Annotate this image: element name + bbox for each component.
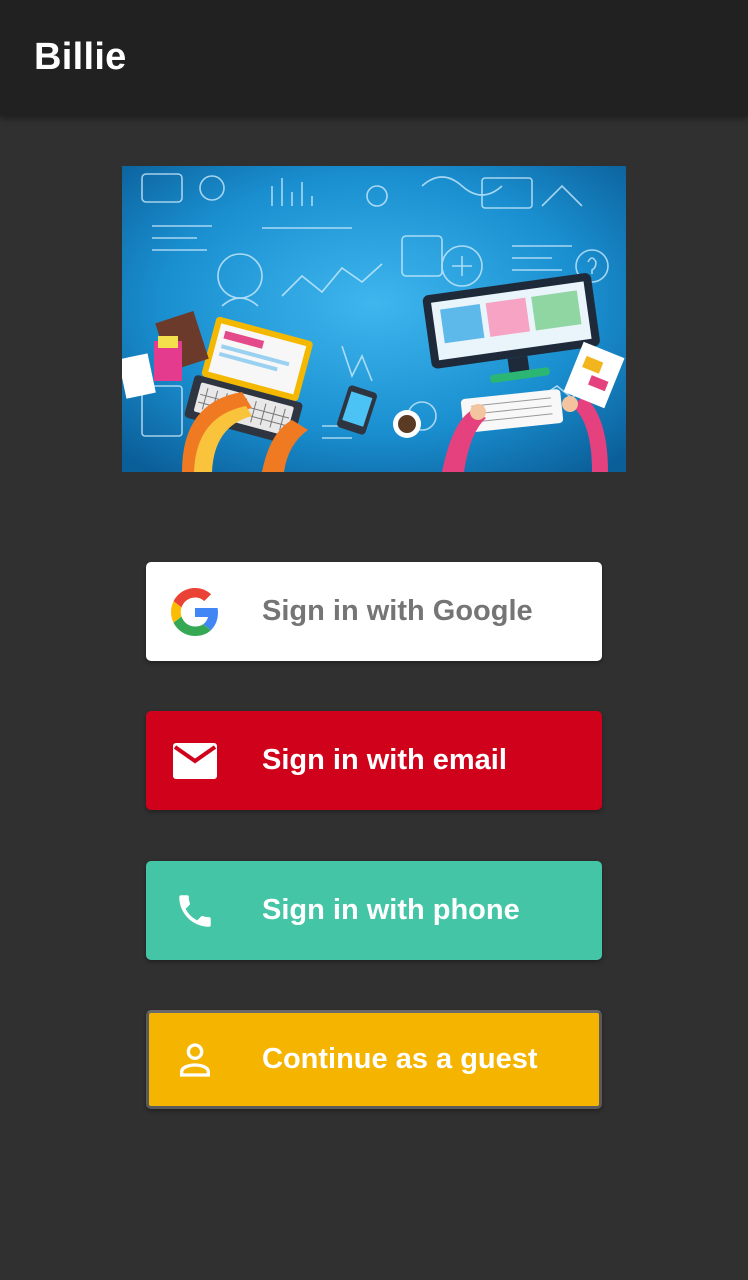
hero-image [122, 166, 626, 472]
continue-guest-label: Continue as a guest [262, 1043, 538, 1075]
mail-icon [170, 736, 220, 786]
sign-in-email-label: Sign in with email [262, 744, 507, 776]
google-g-icon [170, 587, 220, 637]
sign-in-google-label: Sign in with Google [262, 595, 533, 627]
sign-in-phone-label: Sign in with phone [262, 894, 520, 926]
sign-in-google-button[interactable]: Sign in with Google [146, 562, 602, 661]
person-icon [170, 1035, 220, 1085]
continue-guest-button[interactable]: Continue as a guest [146, 1010, 602, 1109]
app-bar: Billie [0, 0, 748, 116]
sign-in-email-button[interactable]: Sign in with email [146, 711, 602, 810]
phone-icon [170, 886, 220, 936]
sign-in-phone-button[interactable]: Sign in with phone [146, 861, 602, 960]
app-title: Billie [34, 36, 127, 78]
